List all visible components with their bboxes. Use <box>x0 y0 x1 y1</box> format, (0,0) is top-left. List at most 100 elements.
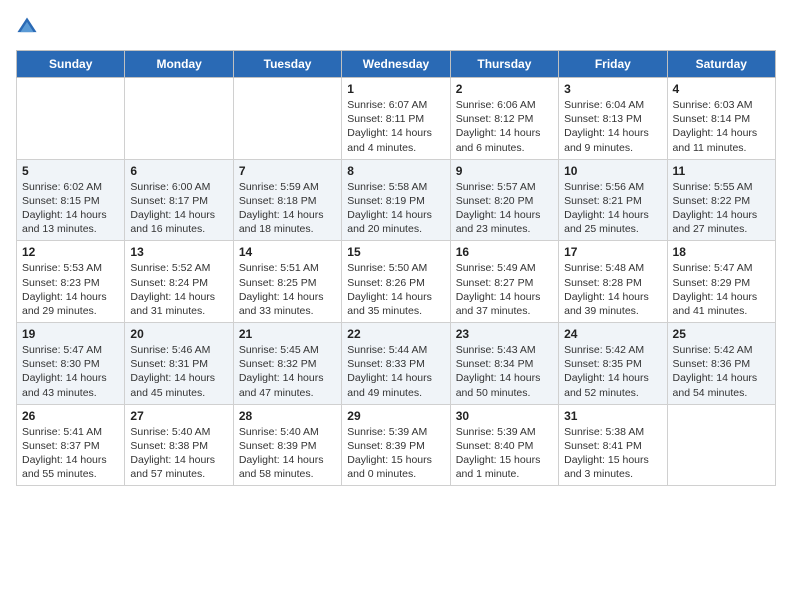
day-number: 17 <box>564 245 661 259</box>
day-number: 24 <box>564 327 661 341</box>
day-number: 13 <box>130 245 227 259</box>
day-info: Sunrise: 5:40 AM Sunset: 8:38 PM Dayligh… <box>130 425 227 482</box>
calendar-cell: 9 Sunrise: 5:57 AM Sunset: 8:20 PM Daylig… <box>450 159 558 241</box>
day-info: Sunrise: 5:42 AM Sunset: 8:35 PM Dayligh… <box>564 343 661 400</box>
day-info: Sunrise: 5:49 AM Sunset: 8:27 PM Dayligh… <box>456 261 553 318</box>
day-info: Sunrise: 5:52 AM Sunset: 8:24 PM Dayligh… <box>130 261 227 318</box>
calendar-cell: 11Sunrise: 5:55 AM Sunset: 8:22 PM Dayli… <box>667 159 775 241</box>
day-number: 14 <box>239 245 336 259</box>
day-info: Sunrise: 5:47 AM Sunset: 8:30 PM Dayligh… <box>22 343 119 400</box>
day-info: Sunrise: 5:58 AM Sunset: 8:19 PM Dayligh… <box>347 180 444 237</box>
calendar-cell <box>125 78 233 160</box>
day-number: 15 <box>347 245 444 259</box>
day-info: Sunrise: 6:02 AM Sunset: 8:15 PM Dayligh… <box>22 180 119 237</box>
day-number: 10 <box>564 164 661 178</box>
day-info: Sunrise: 5:59 AM Sunset: 8:18 PM Dayligh… <box>239 180 336 237</box>
day-info: Sunrise: 5:57 AM Sunset: 8:20 PM Dayligh… <box>456 180 553 237</box>
day-number: 19 <box>22 327 119 341</box>
calendar-cell <box>17 78 125 160</box>
day-info: Sunrise: 5:41 AM Sunset: 8:37 PM Dayligh… <box>22 425 119 482</box>
calendar-cell: 7 Sunrise: 5:59 AM Sunset: 8:18 PM Daylig… <box>233 159 341 241</box>
weekday-header-wednesday: Wednesday <box>342 51 450 78</box>
calendar-cell: 5 Sunrise: 6:02 AM Sunset: 8:15 PM Daylig… <box>17 159 125 241</box>
weekday-header-saturday: Saturday <box>667 51 775 78</box>
day-number: 5 <box>22 164 119 178</box>
calendar-cell: 8 Sunrise: 5:58 AM Sunset: 8:19 PM Daylig… <box>342 159 450 241</box>
calendar-cell: 14 Sunrise: 5:51 AM Sunset: 8:25 PM Dayli… <box>233 241 341 323</box>
day-number: 26 <box>22 409 119 423</box>
day-number: 3 <box>564 82 661 96</box>
day-info: Sunrise: 5:56 AM Sunset: 8:21 PM Dayligh… <box>564 180 661 237</box>
day-info: Sunrise: 5:47 AM Sunset: 8:29 PM Dayligh… <box>673 261 770 318</box>
calendar-cell: 13 Sunrise: 5:52 AM Sunset: 8:24 PM Dayli… <box>125 241 233 323</box>
calendar-cell: 30 Sunrise: 5:39 AM Sunset: 8:40 PM Dayli… <box>450 404 558 486</box>
calendar-cell <box>667 404 775 486</box>
calendar-cell: 21Sunrise: 5:45 AM Sunset: 8:32 PM Dayli… <box>233 323 341 405</box>
day-info: Sunrise: 6:07 AM Sunset: 8:11 PM Dayligh… <box>347 98 444 155</box>
day-info: Sunrise: 5:48 AM Sunset: 8:28 PM Dayligh… <box>564 261 661 318</box>
page-header <box>16 16 776 38</box>
calendar-cell: 4 Sunrise: 6:03 AM Sunset: 8:14 PM Daylig… <box>667 78 775 160</box>
day-number: 22 <box>347 327 444 341</box>
calendar-cell: 1Sunrise: 6:07 AM Sunset: 8:11 PM Daylig… <box>342 78 450 160</box>
day-info: Sunrise: 5:42 AM Sunset: 8:36 PM Dayligh… <box>673 343 770 400</box>
weekday-header-friday: Friday <box>559 51 667 78</box>
day-number: 12 <box>22 245 119 259</box>
day-number: 27 <box>130 409 227 423</box>
day-number: 31 <box>564 409 661 423</box>
day-info: Sunrise: 5:55 AM Sunset: 8:22 PM Dayligh… <box>673 180 770 237</box>
day-info: Sunrise: 5:50 AM Sunset: 8:26 PM Dayligh… <box>347 261 444 318</box>
logo-icon <box>16 16 38 38</box>
day-number: 8 <box>347 164 444 178</box>
calendar-cell: 17 Sunrise: 5:48 AM Sunset: 8:28 PM Dayli… <box>559 241 667 323</box>
day-info: Sunrise: 5:53 AM Sunset: 8:23 PM Dayligh… <box>22 261 119 318</box>
day-number: 29 <box>347 409 444 423</box>
day-info: Sunrise: 5:51 AM Sunset: 8:25 PM Dayligh… <box>239 261 336 318</box>
day-info: Sunrise: 5:44 AM Sunset: 8:33 PM Dayligh… <box>347 343 444 400</box>
weekday-header-thursday: Thursday <box>450 51 558 78</box>
calendar-cell: 19 Sunrise: 5:47 AM Sunset: 8:30 PM Dayli… <box>17 323 125 405</box>
day-info: Sunrise: 5:46 AM Sunset: 8:31 PM Dayligh… <box>130 343 227 400</box>
calendar-cell: 16 Sunrise: 5:49 AM Sunset: 8:27 PM Dayli… <box>450 241 558 323</box>
calendar-cell: 2Sunrise: 6:06 AM Sunset: 8:12 PM Daylig… <box>450 78 558 160</box>
day-info: Sunrise: 6:00 AM Sunset: 8:17 PM Dayligh… <box>130 180 227 237</box>
day-info: Sunrise: 5:39 AM Sunset: 8:39 PM Dayligh… <box>347 425 444 482</box>
day-number: 2 <box>456 82 553 96</box>
day-number: 21 <box>239 327 336 341</box>
calendar-week-row: 1Sunrise: 6:07 AM Sunset: 8:11 PM Daylig… <box>17 78 776 160</box>
logo <box>16 16 42 38</box>
calendar-cell: 31 Sunrise: 5:38 AM Sunset: 8:41 PM Dayli… <box>559 404 667 486</box>
day-number: 23 <box>456 327 553 341</box>
calendar-week-row: 12 Sunrise: 5:53 AM Sunset: 8:23 PM Dayli… <box>17 241 776 323</box>
day-info: Sunrise: 6:03 AM Sunset: 8:14 PM Dayligh… <box>673 98 770 155</box>
day-number: 16 <box>456 245 553 259</box>
day-number: 9 <box>456 164 553 178</box>
day-info: Sunrise: 5:38 AM Sunset: 8:41 PM Dayligh… <box>564 425 661 482</box>
day-number: 4 <box>673 82 770 96</box>
day-number: 18 <box>673 245 770 259</box>
weekday-header-tuesday: Tuesday <box>233 51 341 78</box>
calendar-week-row: 5 Sunrise: 6:02 AM Sunset: 8:15 PM Daylig… <box>17 159 776 241</box>
calendar-cell: 25 Sunrise: 5:42 AM Sunset: 8:36 PM Dayli… <box>667 323 775 405</box>
calendar-cell: 15 Sunrise: 5:50 AM Sunset: 8:26 PM Dayli… <box>342 241 450 323</box>
day-number: 7 <box>239 164 336 178</box>
day-info: Sunrise: 5:39 AM Sunset: 8:40 PM Dayligh… <box>456 425 553 482</box>
calendar-cell: 24 Sunrise: 5:42 AM Sunset: 8:35 PM Dayli… <box>559 323 667 405</box>
calendar-week-row: 19 Sunrise: 5:47 AM Sunset: 8:30 PM Dayli… <box>17 323 776 405</box>
day-number: 25 <box>673 327 770 341</box>
weekday-header-row: SundayMondayTuesdayWednesdayThursdayFrid… <box>17 51 776 78</box>
calendar-cell: 22 Sunrise: 5:44 AM Sunset: 8:33 PM Dayli… <box>342 323 450 405</box>
calendar-cell <box>233 78 341 160</box>
calendar-cell: 26 Sunrise: 5:41 AM Sunset: 8:37 PM Dayli… <box>17 404 125 486</box>
calendar-cell: 12 Sunrise: 5:53 AM Sunset: 8:23 PM Dayli… <box>17 241 125 323</box>
day-number: 28 <box>239 409 336 423</box>
day-number: 30 <box>456 409 553 423</box>
calendar-cell: 23 Sunrise: 5:43 AM Sunset: 8:34 PM Dayli… <box>450 323 558 405</box>
calendar-cell: 20Sunrise: 5:46 AM Sunset: 8:31 PM Dayli… <box>125 323 233 405</box>
calendar-cell: 6Sunrise: 6:00 AM Sunset: 8:17 PM Daylig… <box>125 159 233 241</box>
calendar-cell: 3Sunrise: 6:04 AM Sunset: 8:13 PM Daylig… <box>559 78 667 160</box>
calendar-week-row: 26 Sunrise: 5:41 AM Sunset: 8:37 PM Dayli… <box>17 404 776 486</box>
day-info: Sunrise: 5:40 AM Sunset: 8:39 PM Dayligh… <box>239 425 336 482</box>
day-info: Sunrise: 5:43 AM Sunset: 8:34 PM Dayligh… <box>456 343 553 400</box>
calendar-cell: 29 Sunrise: 5:39 AM Sunset: 8:39 PM Dayli… <box>342 404 450 486</box>
